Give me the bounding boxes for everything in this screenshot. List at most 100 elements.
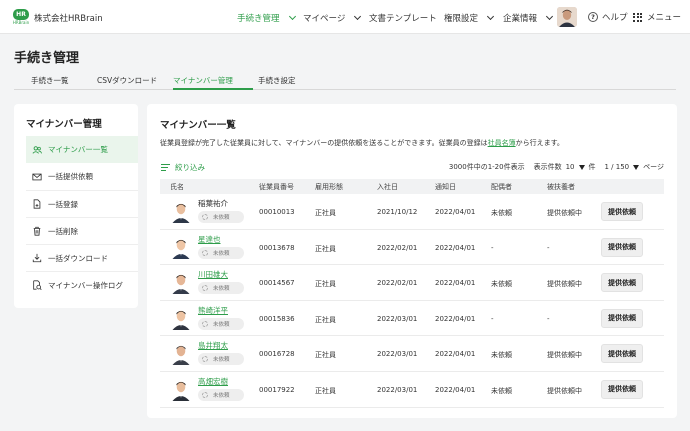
pending-dot-icon (202, 214, 208, 220)
tab-mynumber-management[interactable]: マイナンバー管理 (173, 75, 233, 86)
download-icon (32, 253, 42, 263)
col-spouse: 配偶者 (491, 183, 512, 191)
tab-procedure-settings[interactable]: 手続き設定 (258, 75, 296, 86)
employee-name[interactable]: 島井翔太 (198, 340, 228, 351)
sidebar-item-operation-log[interactable]: マイナンバー操作ログ (26, 271, 138, 298)
employee-name[interactable]: 熊崎洋平 (198, 305, 228, 316)
description-text: 従業員登録が完了した従業員に対して、マイナンバーの提供依頼を送ることができます。… (160, 139, 488, 147)
employee-photo-icon (172, 381, 190, 401)
col-dependents: 被扶養者 (547, 183, 575, 191)
dependent-status: - (547, 243, 550, 252)
company-name: 株式会社HRBrain (34, 14, 103, 24)
nav-permissions[interactable]: 権限設定 (444, 12, 495, 24)
user-avatar[interactable] (557, 7, 577, 27)
page-value: 1 / 150 (604, 163, 630, 171)
join-date: 2022/03/01 (377, 350, 418, 359)
per-page-select[interactable]: 10 (566, 163, 589, 171)
col-employee-no: 従業員番号 (259, 183, 294, 191)
nav-mypage[interactable]: マイページ (303, 12, 362, 24)
sidebar-item-mynumber-list[interactable]: マイナンバー一覧 (26, 136, 138, 163)
active-tab-indicator (173, 88, 253, 90)
pending-dot-icon (202, 356, 208, 363)
per-page-value: 10 (565, 163, 575, 171)
col-join-date: 入社日 (377, 183, 398, 191)
status-label: 未依頼 (213, 215, 230, 221)
spouse-status: - (491, 314, 494, 323)
nav-company-info[interactable]: 企業情報 (503, 12, 554, 24)
logo-wordmark: HRBrain (12, 20, 30, 25)
table-row: 熊崎洋平 未依頼 00015836 正社員 2022/03/01 2022/04/01 - -… (160, 301, 664, 337)
col-employment-type: 雇用形態 (315, 183, 343, 191)
employee-photo-icon (172, 274, 190, 295)
request-provision-button[interactable]: 提供依頼 (601, 308, 643, 328)
card-title: マイナンバー一覧 (160, 120, 236, 131)
spouse-status: 未依頼 (491, 280, 512, 289)
col-notice-date: 通知日 (435, 183, 456, 191)
employee-name[interactable]: 星達也 (198, 234, 221, 245)
notice-date: 2022/04/01 (435, 350, 476, 359)
help-label: ヘルプ (602, 13, 628, 23)
sidebar-item-bulk-request[interactable]: 一括提供依頼 (26, 163, 138, 190)
employee-name[interactable]: 川田雄大 (198, 269, 228, 280)
per-page-unit: 件 (588, 163, 596, 171)
notice-date: 2022/04/01 (435, 208, 476, 216)
dependent-status: 提供依頼中 (547, 280, 582, 289)
employment-type: 正社員 (315, 315, 336, 324)
employee-no: 00017922 (259, 385, 295, 394)
sidebar-item-label: マイナンバー操作ログ (48, 280, 123, 290)
card-description: 従業員登録が完了した従業員に対して、マイナンバーの提供依頼を送ることができます。… (160, 138, 564, 148)
request-provision-button[interactable]: 提供依頼 (601, 202, 643, 221)
nav-permissions-label: 権限設定 (444, 14, 479, 24)
chevron-down-icon (354, 12, 362, 21)
notice-date: 2022/04/01 (435, 385, 476, 394)
description-text-end: から行えます。 (515, 139, 564, 147)
request-provision-button[interactable]: 提供依頼 (601, 379, 643, 399)
pagination: 3000件中の1-20件表示 表示件数 10 件 1 / 150 ページ (449, 162, 664, 172)
notice-date: 2022/04/01 (435, 314, 476, 323)
employment-type: 正社員 (315, 209, 336, 217)
per-page-label: 表示件数 (533, 163, 562, 171)
help-link[interactable]: ? ヘルプ (588, 11, 628, 23)
join-date: 2022/02/01 (377, 243, 418, 252)
employee-photo-icon (172, 203, 190, 223)
table-body: 稲葉祐介 未依頼 00010013 正社員 2021/10/12 2022/04/01 未依… (160, 194, 664, 408)
table-row: 高畑宏樹 未依頼 00017922 正社員 2022/03/01 2022/04/01 未依… (160, 372, 664, 408)
employee-no: 00010013 (259, 208, 295, 216)
tab-bar: 手続き一覧 CSVダウンロード マイナンバー管理 手続き設定 (14, 72, 676, 90)
request-provision-button[interactable]: 提供依頼 (601, 273, 643, 293)
status-badge: 未依頼 (198, 388, 244, 401)
menu-button[interactable]: メニュー (633, 11, 681, 23)
status-badge: 未依頼 (198, 211, 244, 223)
filter-button[interactable]: 絞り込み (161, 162, 205, 173)
sidebar-item-bulk-register[interactable]: 一括登録 (26, 190, 138, 217)
page-select[interactable]: 1 / 150 (605, 163, 644, 171)
chevron-down-icon (288, 12, 296, 21)
nav-doc-templates-label: 文書テンプレート (369, 14, 437, 24)
table-row: 星達也 未依頼 00013678 正社員 2022/02/01 2022/04/01 - - 提… (160, 230, 664, 266)
spouse-status: 未依頼 (491, 351, 512, 360)
sidebar-item-label: 一括登録 (48, 199, 78, 209)
employee-name[interactable]: 高畑宏樹 (198, 376, 228, 387)
nav-procedures-label: 手続き管理 (237, 14, 280, 24)
status-badge: 未依頼 (198, 317, 244, 330)
employee-directory-link[interactable]: 社員名簿 (488, 139, 516, 147)
tab-csv-download[interactable]: CSVダウンロード (97, 75, 157, 86)
top-bar: HR HRBrain 株式会社HRBrain 手続き管理 マイページ 文書テンプ… (0, 0, 690, 34)
nav-mypage-label: マイページ (303, 14, 346, 24)
filter-label: 絞り込み (175, 163, 205, 172)
request-provision-button[interactable]: 提供依頼 (601, 344, 643, 364)
sidebar-item-bulk-delete[interactable]: 一括削除 (26, 217, 138, 244)
table-row: 稲葉祐介 未依頼 00010013 正社員 2021/10/12 2022/04/01 未依… (160, 194, 664, 230)
filter-icon (161, 164, 170, 171)
request-provision-button[interactable]: 提供依頼 (601, 237, 643, 257)
nav-doc-templates[interactable]: 文書テンプレート (369, 12, 437, 24)
users-icon (32, 145, 42, 155)
help-icon: ? (588, 12, 598, 22)
tab-procedure-list[interactable]: 手続き一覧 (31, 75, 69, 86)
join-date: 2022/03/01 (377, 314, 418, 323)
nav-procedures[interactable]: 手続き管理 (237, 12, 296, 24)
status-badge: 未依頼 (198, 246, 244, 259)
sidebar-item-bulk-download[interactable]: 一括ダウンロード (26, 244, 138, 271)
spouse-status: 未依頼 (491, 209, 512, 217)
hrbrain-logo[interactable]: HR HRBrain (12, 9, 30, 27)
